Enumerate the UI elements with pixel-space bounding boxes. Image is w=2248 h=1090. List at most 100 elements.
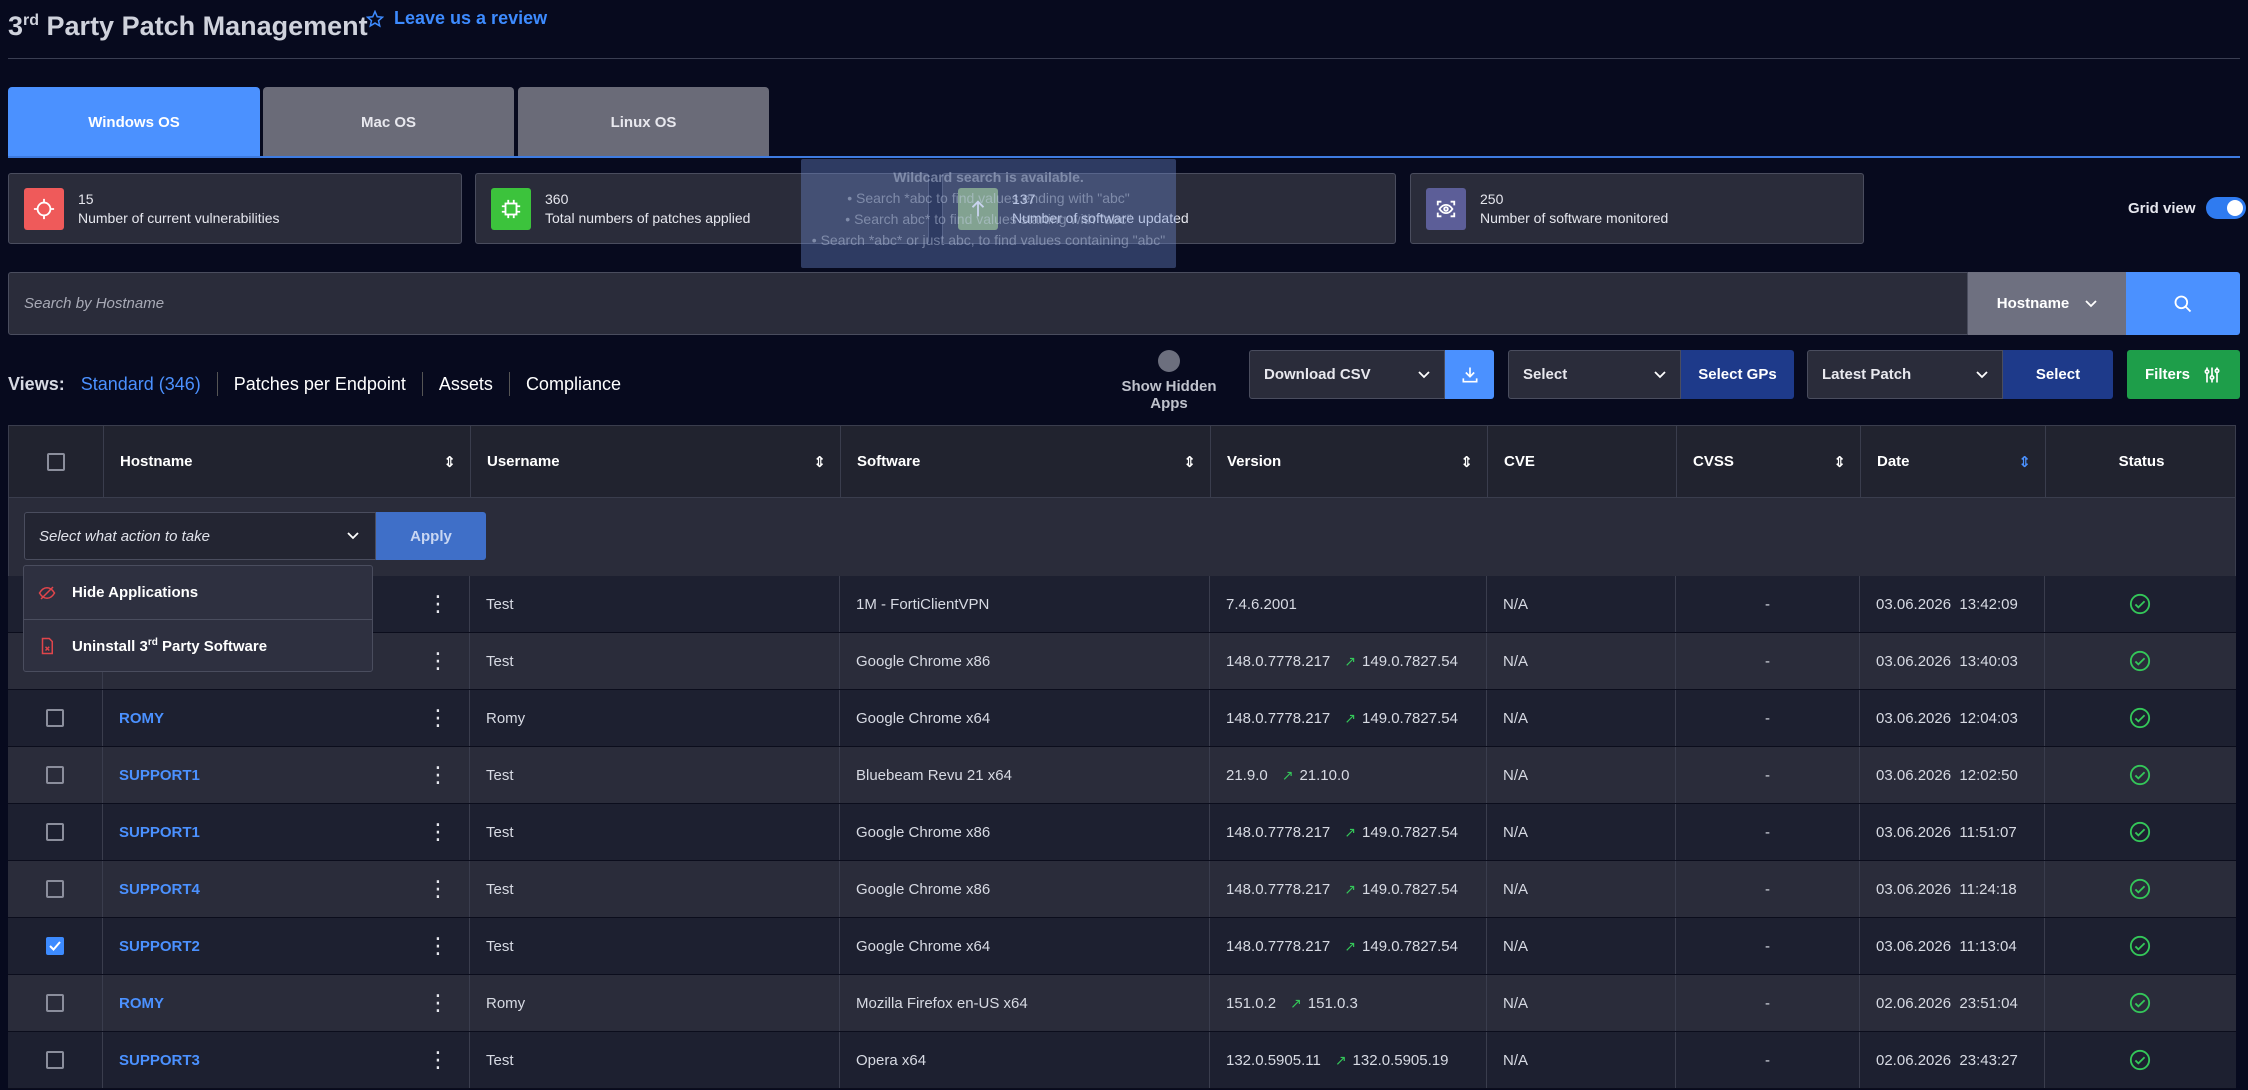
tab-windows-os[interactable]: Windows OS bbox=[8, 87, 260, 158]
search-button[interactable] bbox=[2126, 272, 2240, 335]
select-dropdown[interactable]: Select bbox=[1508, 350, 1681, 399]
filters-button[interactable]: Filters bbox=[2127, 350, 2240, 399]
row-select-cell bbox=[8, 918, 103, 974]
view-assets[interactable]: Assets bbox=[421, 372, 509, 396]
cve-cell: N/A bbox=[1487, 918, 1676, 974]
col-software[interactable]: Software ⇕ bbox=[841, 426, 1211, 497]
hostname-link[interactable]: ROMY bbox=[119, 710, 164, 727]
table-row[interactable]: SUPPORT1 ⋮ Test Bluebeam Revu 21 x64 21.9.0 ↗… bbox=[8, 747, 2236, 804]
sort-icon: ⇕ bbox=[1833, 453, 1846, 471]
tab-underline bbox=[8, 156, 2240, 158]
search-input[interactable] bbox=[24, 295, 1967, 312]
table-row[interactable]: SUPPORT4 ⋮ Test Google Chrome x86 148.0.7778… bbox=[8, 861, 2236, 918]
version-cell: 148.0.7778.217 ↗ 149.0.7827.54 bbox=[1210, 918, 1487, 974]
date-value: 02.06.2026 23:43:27 bbox=[1876, 1051, 2018, 1069]
table-row[interactable]: SUPPORT3 ⋮ Test Opera x64 132.0.5905.11 ↗ 132.… bbox=[8, 1032, 2236, 1089]
row-checkbox[interactable] bbox=[46, 937, 64, 955]
tab-linux-os[interactable]: Linux OS bbox=[518, 87, 769, 158]
chevron-down-icon bbox=[1976, 370, 1988, 378]
hostname-link[interactable]: SUPPORT2 bbox=[119, 938, 200, 955]
stat-label: Total numbers of patches applied bbox=[545, 209, 751, 226]
row-checkbox[interactable] bbox=[46, 823, 64, 841]
cve-cell: N/A bbox=[1487, 690, 1676, 746]
stat-value: 15 bbox=[78, 190, 94, 207]
more-options-icon[interactable]: ⋮ bbox=[427, 821, 449, 843]
sort-desc-icon: ⇕ bbox=[2018, 453, 2031, 471]
table-row[interactable]: SUPPORT2 ⋮ Test Google Chrome x64 148.0.7778… bbox=[8, 918, 2236, 975]
row-select-cell bbox=[8, 690, 103, 746]
cvss-cell: - bbox=[1676, 804, 1860, 860]
date-cell: 03.06.2026 13:42:09 bbox=[1860, 576, 2045, 632]
view-compliance[interactable]: Compliance bbox=[508, 372, 637, 396]
more-options-icon[interactable]: ⋮ bbox=[427, 878, 449, 900]
more-options-icon[interactable]: ⋮ bbox=[427, 593, 449, 615]
col-label: Hostname bbox=[120, 453, 193, 470]
more-options-icon[interactable]: ⋮ bbox=[427, 707, 449, 729]
show-hidden-apps[interactable]: Show Hidden Apps bbox=[1104, 350, 1234, 412]
hostname-cell: SUPPORT1 ⋮ bbox=[103, 747, 470, 803]
update-arrow-icon: ↗ bbox=[1281, 766, 1294, 783]
row-select-cell bbox=[8, 804, 103, 860]
col-version[interactable]: Version ⇕ bbox=[1211, 426, 1488, 497]
leave-review-link[interactable]: Leave us a review bbox=[366, 8, 547, 29]
software-name: Opera x64 bbox=[856, 1051, 927, 1069]
col-cve[interactable]: CVE bbox=[1488, 426, 1677, 497]
menu-item-uninstall[interactable]: Uninstall 3rd Party Software bbox=[24, 619, 372, 672]
more-options-icon[interactable]: ⋮ bbox=[427, 935, 449, 957]
show-hidden-apps-toggle[interactable] bbox=[1158, 350, 1180, 372]
bulk-action-select[interactable]: Select what action to take bbox=[24, 512, 376, 560]
download-csv-dropdown[interactable]: Download CSV bbox=[1249, 350, 1445, 399]
more-options-icon[interactable]: ⋮ bbox=[427, 992, 449, 1014]
col-date[interactable]: Date ⇕ bbox=[1861, 426, 2046, 497]
search-field-dropdown[interactable]: Hostname bbox=[1968, 272, 2126, 335]
hostname-cell: ROMY ⋮ bbox=[103, 690, 470, 746]
new-version: 149.0.7827.54 bbox=[1362, 709, 1458, 727]
table-row[interactable]: ROMY ⋮ Romy Mozilla Firefox en-US x64 151.0.… bbox=[8, 975, 2236, 1032]
row-checkbox[interactable] bbox=[46, 994, 64, 1012]
col-label: Username bbox=[487, 453, 560, 470]
check-circle-icon bbox=[2129, 821, 2150, 843]
table-row[interactable]: ROMY ⋮ Romy Google Chrome x64 148.0.7778.217… bbox=[8, 690, 2236, 747]
row-checkbox[interactable] bbox=[46, 1051, 64, 1069]
cvss-value: - bbox=[1765, 937, 1770, 955]
col-hostname[interactable]: Hostname ⇕ bbox=[104, 426, 471, 497]
grid-view-toggle[interactable] bbox=[2205, 197, 2246, 219]
date-cell: 03.06.2026 11:51:07 bbox=[1860, 804, 2045, 860]
update-arrow-icon: ↗ bbox=[1344, 823, 1357, 840]
version-cell: 7.4.6.2001 bbox=[1210, 576, 1487, 632]
hostname-link[interactable]: SUPPORT1 bbox=[119, 824, 200, 841]
hostname-link[interactable]: SUPPORT3 bbox=[119, 1052, 200, 1069]
view-patches-per-endpoint[interactable]: Patches per Endpoint bbox=[216, 372, 422, 396]
col-username[interactable]: Username ⇕ bbox=[471, 426, 841, 497]
software-name: Bluebeam Revu 21 x64 bbox=[856, 766, 1012, 784]
eye-scan-icon bbox=[1426, 187, 1466, 230]
table-row[interactable]: SUPPORT1 ⋮ Test Google Chrome x86 148.0.7778… bbox=[8, 804, 2236, 861]
uninstall-file-icon bbox=[41, 637, 53, 655]
tab-mac-os[interactable]: Mac OS bbox=[263, 87, 514, 158]
select-gps-button[interactable]: Select GPs bbox=[1681, 350, 1794, 399]
hostname-link[interactable]: ROMY bbox=[119, 995, 164, 1012]
view-standard[interactable]: Standard (346) bbox=[81, 372, 217, 396]
select-all-checkbox[interactable] bbox=[47, 452, 65, 471]
row-checkbox[interactable] bbox=[46, 766, 64, 784]
grid-view-control: Grid view bbox=[2128, 197, 2246, 219]
col-cvss[interactable]: CVSS ⇕ bbox=[1677, 426, 1861, 497]
menu-item-hide-applications[interactable]: Hide Applications bbox=[24, 566, 372, 619]
hostname-link[interactable]: SUPPORT4 bbox=[119, 881, 200, 898]
download-button[interactable] bbox=[1445, 350, 1494, 399]
more-options-icon[interactable]: ⋮ bbox=[427, 650, 449, 672]
select-button[interactable]: Select bbox=[2003, 350, 2113, 399]
row-checkbox[interactable] bbox=[46, 709, 64, 727]
date-value: 03.06.2026 13:42:09 bbox=[1876, 595, 2018, 613]
current-version: 148.0.7778.217 bbox=[1226, 880, 1331, 898]
row-checkbox[interactable] bbox=[46, 880, 64, 898]
hostname-link[interactable]: SUPPORT1 bbox=[119, 767, 200, 784]
apply-button[interactable]: Apply bbox=[376, 512, 486, 560]
status-cell bbox=[2045, 804, 2234, 860]
more-options-icon[interactable]: ⋮ bbox=[427, 1049, 449, 1071]
current-version: 151.0.2 bbox=[1226, 994, 1277, 1012]
more-options-icon[interactable]: ⋮ bbox=[427, 764, 449, 786]
col-label: Software bbox=[857, 453, 921, 470]
cvss-value: - bbox=[1765, 880, 1770, 898]
latest-patch-dropdown[interactable]: Latest Patch bbox=[1807, 350, 2003, 399]
